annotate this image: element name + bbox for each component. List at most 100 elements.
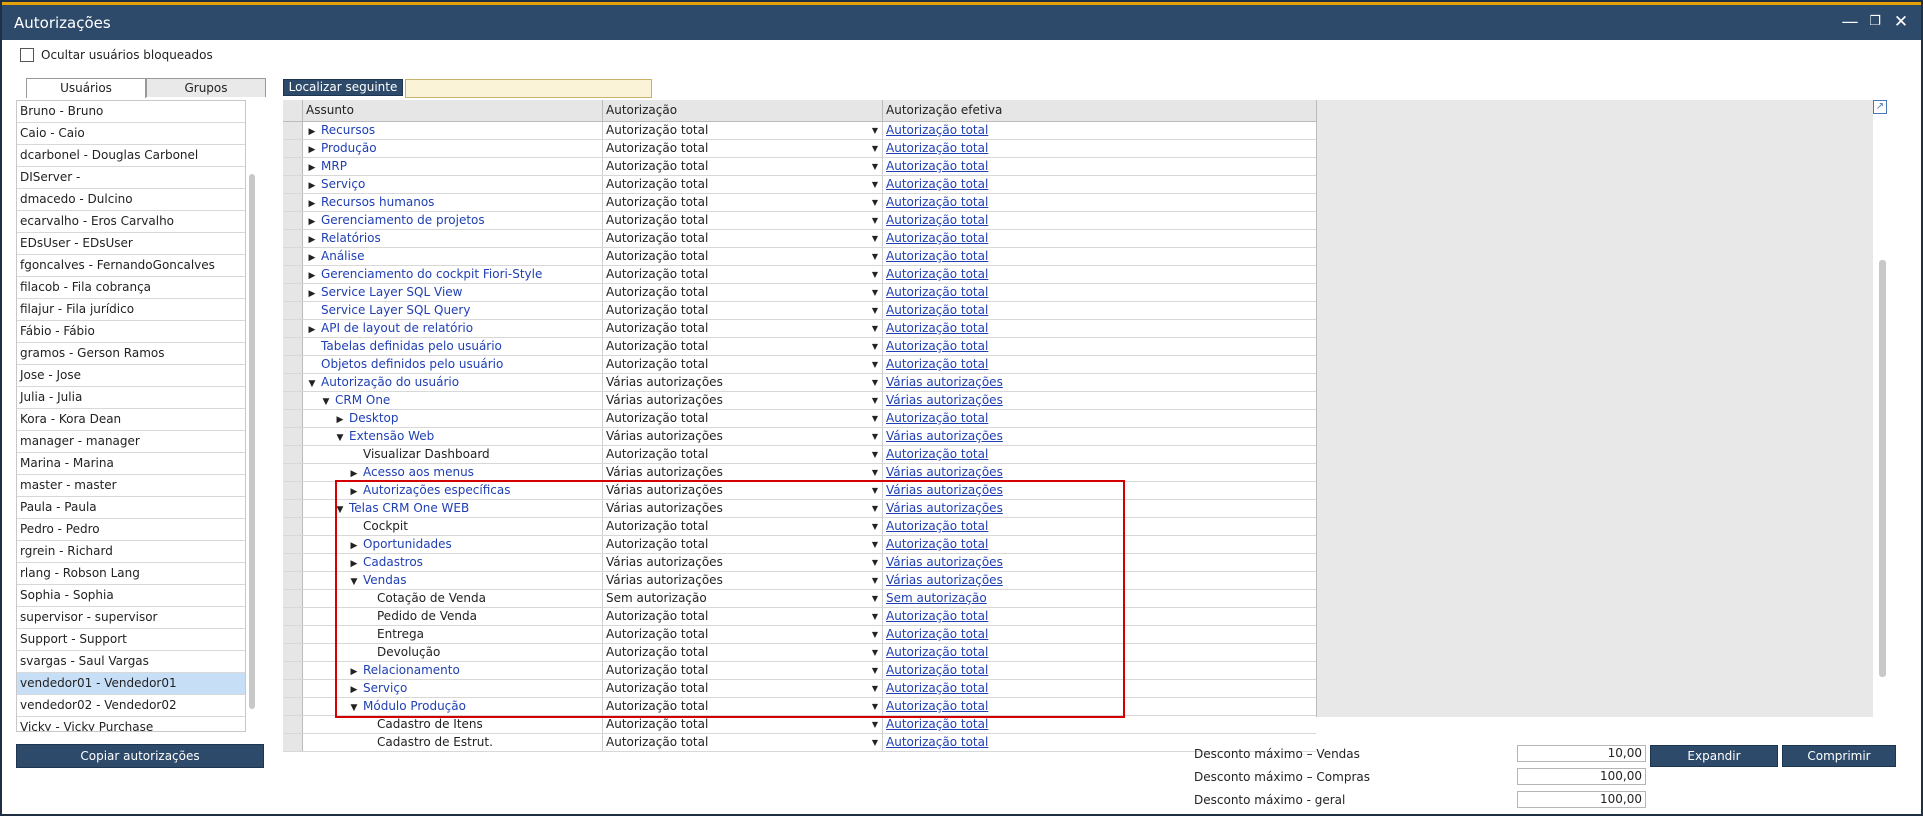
expand-arrow-icon[interactable]: ▶ [307,142,317,159]
collapse-button[interactable]: Comprimir [1782,745,1896,767]
row-select-cell[interactable] [283,464,303,481]
dropdown-arrow-icon[interactable]: ▼ [872,320,878,337]
discount-sales-field[interactable]: 10,00 [1517,745,1646,762]
row-select-cell[interactable] [283,410,303,427]
table-row[interactable]: ▶ Service Layer SQL View Autorização total… [283,284,1316,302]
user-list-item[interactable]: filajur - Fila jurídico [17,299,245,321]
user-list-item[interactable]: rlang - Robson Lang [17,563,245,585]
row-select-cell[interactable] [283,518,303,535]
subject-label[interactable]: Gerenciamento do cockpit Fiori-Style [321,267,542,281]
dropdown-arrow-icon[interactable]: ▼ [872,302,878,319]
effective-authorization-link[interactable]: Autorização total [886,177,988,191]
user-list-item[interactable]: Sophia - Sophia [17,585,245,607]
dropdown-arrow-icon[interactable]: ▼ [872,428,878,445]
dropdown-arrow-icon[interactable]: ▼ [872,230,878,247]
table-row[interactable]: ▶ Recursos Autorização total ▼ Autorização t… [283,122,1316,140]
authorization-select[interactable]: Autorização total ▼ [603,302,883,319]
row-select-cell[interactable] [283,662,303,679]
row-select-cell[interactable] [283,266,303,283]
effective-authorization-link[interactable]: Autorização total [886,735,988,749]
effective-authorization-link[interactable]: Autorização total [886,447,988,461]
row-select-cell[interactable] [283,158,303,175]
user-list-item[interactable]: Fábio - Fábio [17,321,245,343]
table-row[interactable]: ▼ Extensão Web Várias autorizações ▼ Várias … [283,428,1316,446]
hide-blocked-users-option[interactable]: Ocultar usuários bloqueados [20,48,213,62]
table-row[interactable]: ▶ Produção Autorização total ▼ Autorização t… [283,140,1316,158]
authorization-select[interactable]: Autorização total ▼ [603,716,883,733]
authorization-select[interactable]: Autorização total ▼ [603,338,883,355]
user-list-item[interactable]: Jose - Jose [17,365,245,387]
subject-label[interactable]: Desktop [349,411,399,425]
subject-label[interactable]: Recursos [321,123,375,137]
row-select-cell[interactable] [283,428,303,445]
effective-authorization-link[interactable]: Autorização total [886,321,988,335]
row-select-cell[interactable] [283,446,303,463]
user-list-item[interactable]: svargas - Saul Vargas [17,651,245,673]
row-select-cell[interactable] [283,374,303,391]
user-list-item[interactable]: filacob - Fila cobrança [17,277,245,299]
row-select-cell[interactable] [283,482,303,499]
user-list-item[interactable]: vendedor02 - Vendedor02 [17,695,245,717]
authorization-select[interactable]: Autorização total ▼ [603,140,883,157]
authorization-select[interactable]: Autorização total ▼ [603,266,883,283]
user-list-item[interactable]: Support - Support [17,629,245,651]
authorization-select[interactable]: Autorização total ▼ [603,194,883,211]
discount-purchases-field[interactable]: 100,00 [1517,768,1646,785]
authorization-select[interactable]: Autorização total ▼ [603,212,883,229]
user-list-item[interactable]: Vicky - Vicky Purchase [17,717,245,731]
user-list-item[interactable]: Bruno - Bruno [17,101,245,123]
expand-arrow-icon[interactable]: ▶ [307,250,317,267]
user-list-item[interactable]: master - master [17,475,245,497]
effective-authorization-link[interactable]: Autorização total [886,213,988,227]
row-select-cell[interactable] [283,554,303,571]
user-list-item[interactable]: supervisor - supervisor [17,607,245,629]
row-select-cell[interactable] [283,626,303,643]
row-select-cell[interactable] [283,644,303,661]
dropdown-arrow-icon[interactable]: ▼ [872,374,878,391]
effective-authorization-link[interactable]: Autorização total [886,303,988,317]
table-row[interactable]: ▶ API de layout de relatório Autorização t… [283,320,1316,338]
authorization-select[interactable]: Autorização total ▼ [603,248,883,265]
effective-authorization-link[interactable]: Várias autorizações [886,375,1003,389]
effective-authorization-link[interactable]: Várias autorizações [886,429,1003,443]
authorization-select[interactable]: Várias autorizações ▼ [603,428,883,445]
find-next-button[interactable]: Localizar seguinte [283,79,403,96]
expand-corner-icon[interactable]: ↗ [1873,100,1887,114]
effective-authorization-link[interactable]: Autorização total [886,357,988,371]
table-row[interactable]: Cadastro de Estrut. Autorização total ▼ Aut… [283,734,1316,752]
expand-arrow-icon[interactable]: ▶ [307,160,317,177]
subject-label[interactable]: Serviço [321,177,365,191]
expand-button[interactable]: Expandir [1650,745,1778,767]
subject-label[interactable]: Extensão Web [349,429,434,443]
hide-blocked-users-checkbox[interactable] [20,48,34,62]
effective-authorization-link[interactable]: Autorização total [886,141,988,155]
dropdown-arrow-icon[interactable]: ▼ [872,464,878,481]
effective-authorization-link[interactable]: Autorização total [886,195,988,209]
effective-authorization-link[interactable]: Autorização total [886,267,988,281]
subject-label[interactable]: Relatórios [321,231,381,245]
effective-authorization-link[interactable]: Autorização total [886,231,988,245]
dropdown-arrow-icon[interactable]: ▼ [872,212,878,229]
user-list-item[interactable]: Julia - Julia [17,387,245,409]
subject-label[interactable]: MRP [321,159,347,173]
table-row[interactable]: ▶ Desktop Autorização total ▼ Autorização to… [283,410,1316,428]
effective-authorization-link[interactable]: Autorização total [886,285,988,299]
row-select-cell[interactable] [283,302,303,319]
user-list-item[interactable]: Paula - Paula [17,497,245,519]
dropdown-arrow-icon[interactable]: ▼ [872,248,878,265]
effective-authorization-link[interactable]: Autorização total [886,159,988,173]
table-row[interactable]: ▶ MRP Autorização total ▼ Autorização total [283,158,1316,176]
tab-groups[interactable]: Grupos [146,78,266,97]
row-select-cell[interactable] [283,500,303,517]
dropdown-arrow-icon[interactable]: ▼ [872,338,878,355]
table-row[interactable]: Service Layer SQL Query Autorização total… [283,302,1316,320]
dropdown-arrow-icon[interactable]: ▼ [872,140,878,157]
column-subject[interactable]: Assunto [303,100,603,121]
user-list-item[interactable]: fgoncalves - FernandoGoncalves [17,255,245,277]
user-list-item[interactable]: manager - manager [17,431,245,453]
table-row[interactable]: Tabelas definidas pelo usuário Autorizaçã… [283,338,1316,356]
row-select-cell[interactable] [283,392,303,409]
row-select-cell[interactable] [283,716,303,733]
user-list-item[interactable]: DIServer - [17,167,245,189]
collapse-arrow-icon[interactable]: ▼ [335,430,345,447]
